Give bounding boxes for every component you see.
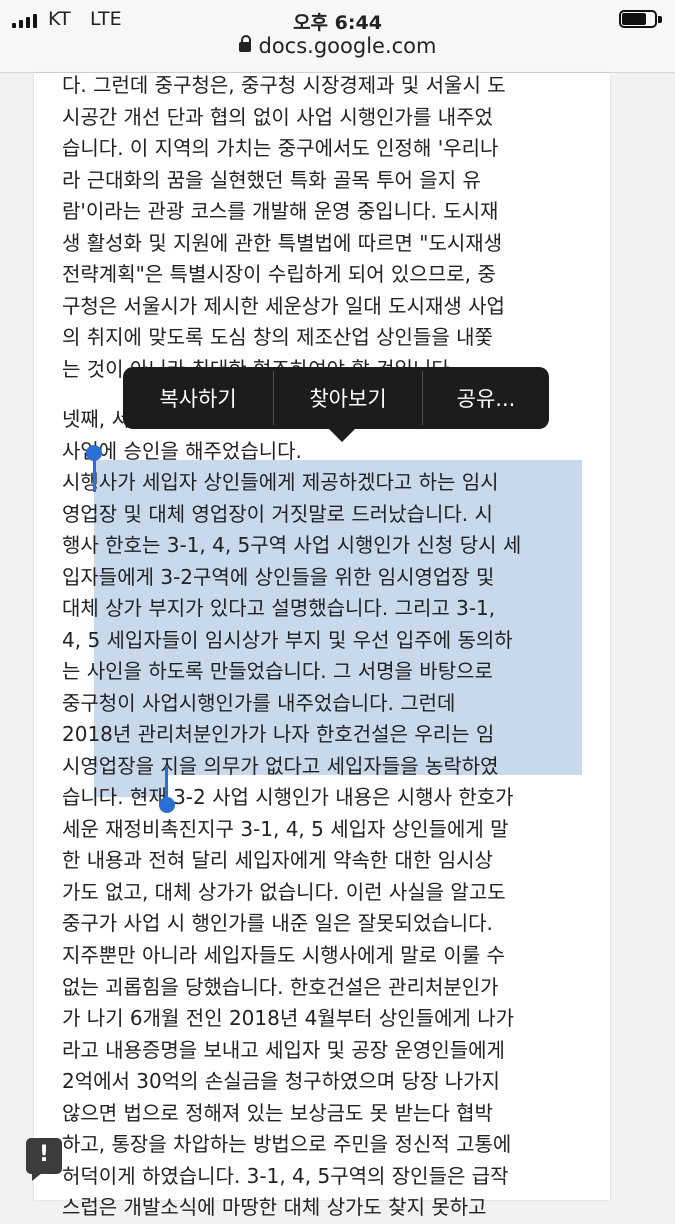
text-line: 가도 없고, 대체 상가가 없습니다. 이런 사실을 알고도 [62, 879, 506, 904]
text-line: 전략계획"은 특별시장이 수립하게 되어 있으므로, 중 [62, 262, 496, 286]
text-line: 시공간 개선 단과 협의 없이 사업 시행인가를 내주었 [62, 104, 493, 129]
feedback-button[interactable]: ! [26, 1138, 62, 1181]
selected-text-line: 영업장 및 대체 영업장이 거짓말로 드러났습니다. 시 [62, 501, 493, 526]
selected-text-line: 는 사인을 하도록 만들었습니다. 그 서명을 바탕으로 [62, 659, 493, 683]
text-line: 습니다. 이 지역의 가치는 중구에서도 인정해 '우리나 [62, 136, 499, 160]
paragraph-2[interactable]: 넷째, 서도 사업에 승인을 해주었습니다. 시행사가 세입자 상인들에게 제공… [62, 404, 577, 940]
selection-end-handle[interactable] [159, 797, 175, 813]
paragraph-3[interactable]: 지주뿐만 아니라 세입자들도 시행사에게 말로 이룰 수 없는 괴롭힘을 당했습… [62, 940, 577, 1224]
url-text: docs.google.com [258, 34, 437, 58]
paragraph-1[interactable]: 다. 그런데 중구청은, 중구청 시장경제과 및 서울시 도 시공간 개선 단과… [62, 70, 577, 385]
text-line: 세운 재정비촉진지구 3-1, 4, 5 세입자 상인들에게 말 [62, 816, 509, 841]
text-line: 구청은 서울시가 제시한 세운상가 일대 도시재생 사업 [62, 293, 505, 318]
text-line: 2억에서 30억의 손실금을 청구하였으며 당장 나가지 [62, 1069, 500, 1093]
selected-text-line: 시영업장을 지을 의무가 없다고 세입자들을 농락하였 [62, 753, 499, 778]
selection-start-caret [93, 456, 96, 492]
selected-text-line: 입자들에게 3-2구역에 상인들을 위한 임시영업장 및 [62, 564, 495, 589]
look-up-menu-item[interactable]: 찾아보기 [274, 367, 422, 429]
selected-text-line: 2018년 관리처분인가가 나자 한호건설은 우리는 임 [62, 722, 495, 746]
text-line: 다. 그런데 중구청은, 중구청 시장경제과 및 서울시 도 [62, 73, 506, 97]
text-line: 없는 괴롭힘을 당했습니다. 한호건설은 관리처분인가 [62, 974, 499, 999]
text-line: 라 근대화의 꿈을 실현했던 특화 골목 투어 을지 유 [62, 167, 481, 192]
text-line: 생 활성화 및 지원에 관한 특별법에 따르면 "도시재생 [62, 230, 503, 255]
menu-pointer-arrow [329, 429, 355, 442]
selected-text-line: 시행사가 세입자 상인들에게 제공하겠다고 하는 임시 [62, 470, 499, 494]
address-bar[interactable]: docs.google.com [0, 34, 675, 64]
selected-text-line: 대체 상가 부지가 있다고 설명했습니다. 그리고 3-1, [62, 596, 496, 620]
battery-icon [619, 10, 663, 30]
text-context-menu: 복사하기 찾아보기 공유... [123, 367, 549, 442]
text-line: 습니다. 현재 3-2 사업 시행인가 내용은 시행사 한호가 [62, 785, 514, 809]
text-line: 라고 내용증명을 보내고 세입자 및 공장 운영인들에게 [62, 1037, 505, 1062]
text-line: 사업에 승인을 해주었습니다. [62, 438, 302, 463]
status-time: 오후 6:44 [293, 12, 382, 34]
copy-menu-item[interactable]: 복사하기 [123, 367, 273, 429]
text-line: 중구가 사업 시 행인가를 내준 일은 잘못되었습니다. [62, 911, 493, 935]
text-line: 허덕이게 하였습니다. 3-1, 4, 5구역의 장인들은 급작 [62, 1163, 509, 1188]
share-menu-item[interactable]: 공유... [423, 367, 549, 429]
text-line: 한 내용과 전혀 달리 세입자에게 약속한 대한 임시상 [62, 848, 493, 872]
text-line: 람'이라는 관광 코스를 개발해 운영 중입니다. 도시재 [62, 199, 499, 223]
text-line: 지주뿐만 아니라 세입자들도 시행사에게 말로 이룰 수 [62, 943, 505, 967]
text-line: 않으면 법으로 정해져 있는 보상금도 못 받는다 협박 [62, 1100, 493, 1125]
text-line: 스럽은 개발소식에 마땅한 대체 상가도 찾지 못하고 [62, 1195, 487, 1219]
text-line: 가 나기 6개월 전인 2018년 4월부터 상인들에게 나가 [62, 1006, 515, 1030]
selected-text-line: 중구청이 사업시행인가를 내주었습니다. 그런데 [62, 690, 456, 715]
status-bar: KT LTE 오후 6:44 docs.google.com [0, 0, 675, 73]
text-line: 의 취지에 맞도록 도심 창의 제조산업 상인들을 내쫓 [62, 325, 493, 349]
text-line: 하고, 통장을 차압하는 방법으로 주민을 정신적 고통에 [62, 1132, 512, 1156]
selected-text-line: 행사 한호는 3-1, 4, 5구역 사업 시행인가 신청 당시 세 [62, 533, 522, 557]
selected-text-line: 4, 5 세입자들이 임시상가 부지 및 우선 입주에 동의하 [62, 627, 513, 652]
lock-icon [238, 35, 251, 52]
